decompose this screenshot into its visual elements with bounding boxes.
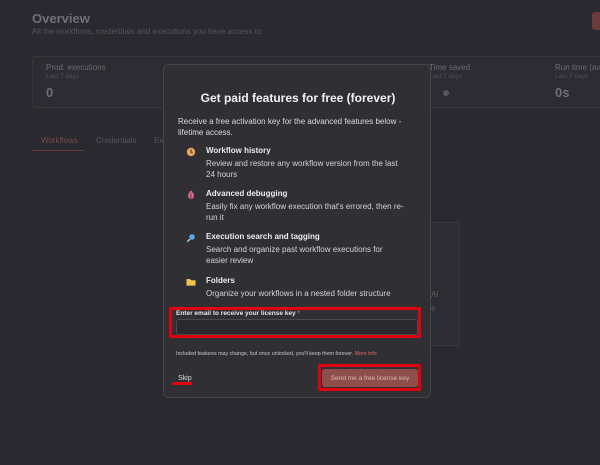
- stat-label: Run time (av: [555, 63, 600, 72]
- create-workflow-button[interactable]: [592, 12, 600, 30]
- stat-value: 0s: [555, 85, 570, 100]
- stat-period: Last 7 days: [555, 73, 589, 80]
- feature-name: Workflow history: [206, 146, 271, 155]
- tab-executions[interactable]: Ex: [154, 136, 163, 145]
- info-icon: [443, 90, 449, 96]
- feature-description: Review and restore any workflow version …: [206, 159, 398, 179]
- tab-workflows[interactable]: Workflows: [41, 136, 78, 145]
- highlight-send-button: [318, 364, 421, 391]
- free-features-modal: Get paid features for free (forever) Rec…: [163, 64, 431, 398]
- stat-label: Prod. executions: [46, 63, 106, 72]
- features-footnote: Included features may change, but once u…: [176, 351, 377, 357]
- feature-description: Search and organize past workflow execut…: [206, 245, 383, 265]
- feature-name: Folders: [206, 276, 235, 285]
- highlight-email-field: [169, 307, 421, 338]
- stat-period: Last 7 days: [46, 73, 80, 80]
- folder-icon: [186, 279, 196, 286]
- card-text: e: [431, 304, 436, 313]
- stat-value: 0: [46, 85, 54, 100]
- modal-title: Get paid features for free (forever): [200, 91, 396, 105]
- more-info-link[interactable]: More info: [355, 351, 377, 357]
- card-text: AI: [431, 290, 439, 299]
- tab-credentials[interactable]: Credentials: [96, 136, 136, 145]
- active-tab-indicator: [32, 150, 84, 151]
- page-subtitle: All the workflows, credentials and execu…: [32, 27, 262, 36]
- feature-description: Easily fix any workflow execution that's…: [206, 202, 404, 222]
- stat-label: Time saved: [429, 63, 471, 72]
- feature-description: Organize your workflows in a nested fold…: [206, 289, 391, 298]
- stat-period: Last 7 days: [429, 73, 463, 80]
- footnote-text: Included features may change, but once u…: [176, 351, 354, 357]
- feature-name: Advanced debugging: [206, 189, 288, 198]
- skip-button[interactable]: Skip: [178, 375, 192, 382]
- feature-name: Execution search and tagging: [206, 232, 320, 241]
- bug-icon: [188, 190, 194, 200]
- page-title: Overview: [32, 11, 90, 26]
- history-icon: [186, 147, 196, 157]
- search-icon: [186, 234, 195, 243]
- modal-intro: Receive a free activation key for the ad…: [178, 117, 402, 137]
- highlight-skip-underline: [172, 382, 192, 385]
